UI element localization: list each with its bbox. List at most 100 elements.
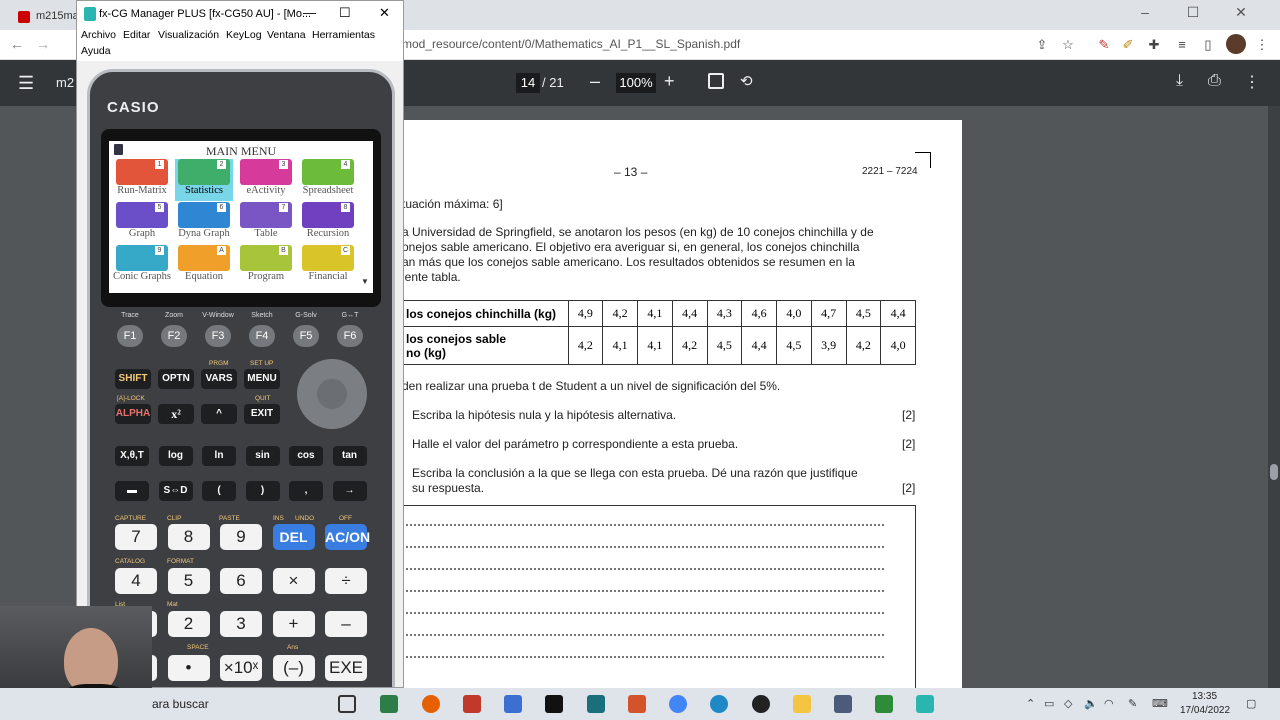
presentation-app-icon[interactable]: [628, 695, 646, 713]
rotate-icon[interactable]: ⟲: [740, 72, 753, 90]
dropbox-icon[interactable]: ◇: [1064, 697, 1072, 710]
numkey-2-1[interactable]: 2: [167, 611, 210, 637]
key-5[interactable]: →: [332, 481, 367, 501]
extension-red-icon[interactable]: ✎: [1094, 35, 1114, 55]
task-view-icon[interactable]: [338, 695, 356, 713]
forward-arrow-icon[interactable]: →: [36, 36, 54, 54]
numkey-0-0[interactable]: 7: [115, 524, 157, 550]
network-icon[interactable]: ▭: [1044, 697, 1054, 710]
netflix-icon[interactable]: [545, 695, 563, 713]
pen-icon[interactable]: ✎: [1128, 697, 1137, 710]
key-0[interactable]: ▬: [115, 481, 149, 501]
fkey-f1[interactable]: F1: [117, 325, 143, 347]
firefox-icon[interactable]: [422, 695, 440, 713]
numkey-3-4[interactable]: EXE: [325, 654, 367, 681]
calc-minimize-button[interactable]: —: [303, 5, 316, 20]
menu-herramientas[interactable]: Herramientas: [312, 29, 375, 41]
taskbar-app-icon[interactable]: [380, 695, 398, 713]
numkey-3-2[interactable]: ×10ˣ: [220, 654, 262, 681]
square-key[interactable]: x²: [158, 404, 194, 424]
chevron-up-icon[interactable]: ⌃: [1026, 697, 1035, 710]
pdf-scroll-thumb[interactable]: [1270, 464, 1278, 480]
menu-editar[interactable]: Editar: [123, 29, 150, 41]
key-4[interactable]: cos: [289, 446, 323, 466]
app-run-matrix[interactable]: 1 Run-Matrix: [113, 159, 171, 201]
fkey-f5[interactable]: F5: [293, 325, 319, 347]
pdf-scrollbar[interactable]: [1268, 106, 1280, 688]
app-statistics[interactable]: 2 Statistics: [175, 159, 233, 201]
fkey-f3[interactable]: F3: [205, 325, 231, 347]
zoom-in-button[interactable]: +: [664, 71, 675, 92]
taskbar-search[interactable]: ara buscar: [152, 697, 209, 711]
network-app-icon[interactable]: [504, 695, 522, 713]
minimize-button[interactable]: –: [1130, 4, 1160, 26]
app-financial[interactable]: C Financial: [299, 245, 357, 287]
key-1[interactable]: log: [158, 446, 193, 466]
lock-app-icon[interactable]: [834, 695, 852, 713]
star-icon[interactable]: ☆: [1058, 35, 1078, 55]
obs-icon[interactable]: [752, 695, 770, 713]
numkey-1-2[interactable]: 6: [220, 567, 262, 594]
exit-key[interactable]: EXIT: [244, 404, 280, 424]
directional-pad-center[interactable]: [317, 379, 347, 409]
alpha-key[interactable]: ALPHA: [115, 404, 151, 424]
numkey-2-4[interactable]: –: [325, 611, 367, 637]
fx-cg-manager-icon[interactable]: [916, 695, 934, 713]
app-recursion[interactable]: 8 Recursion: [299, 202, 357, 244]
maximize-button[interactable]: ☐: [1178, 4, 1208, 26]
print-icon[interactable]: ⎙: [1208, 72, 1221, 90]
key-2[interactable]: (: [202, 481, 236, 501]
clock-time[interactable]: 13:35: [1192, 691, 1217, 702]
app-eactivity[interactable]: 3 eActivity: [237, 159, 295, 201]
puzzle-icon[interactable]: ✚: [1144, 35, 1164, 55]
sidepanel-icon[interactable]: ▯: [1198, 35, 1218, 55]
numkey-2-3[interactable]: +: [272, 611, 315, 637]
fkey-f2[interactable]: F2: [161, 325, 187, 347]
key-3[interactable]: ): [245, 481, 280, 501]
back-arrow-icon[interactable]: ←: [10, 36, 28, 54]
numkey-1-4[interactable]: ÷: [325, 567, 367, 594]
numkey-0-1[interactable]: 8: [167, 524, 210, 550]
url-field[interactable]: mod_resource/content/0/Mathematics_AI_P1…: [402, 37, 962, 55]
close-button[interactable]: ✕: [1226, 4, 1256, 26]
key-1[interactable]: S⇔D: [158, 481, 193, 501]
app-spreadsheet[interactable]: 4 Spreadsheet: [299, 159, 357, 201]
wifi-icon[interactable]: ◠: [1104, 697, 1114, 710]
media-list-icon[interactable]: ≡: [1172, 35, 1192, 55]
numkey-1-1[interactable]: 5: [167, 567, 210, 594]
app-program[interactable]: B Program: [237, 245, 295, 287]
chrome-icon[interactable]: [669, 695, 687, 713]
calc-close-button[interactable]: ✕: [379, 5, 390, 21]
app-graph[interactable]: 5 Graph: [113, 202, 171, 244]
numkey-0-2[interactable]: 9: [220, 524, 262, 550]
zoom-out-button[interactable]: –: [590, 71, 600, 92]
extension-brush-icon[interactable]: ✐: [1118, 35, 1138, 55]
edge-icon[interactable]: [710, 695, 728, 713]
numkey-1-3[interactable]: ×: [272, 567, 315, 594]
numkey-1-0[interactable]: 4: [115, 567, 157, 594]
chrome-menu-icon[interactable]: ⋮: [1252, 35, 1272, 55]
key-2[interactable]: ln: [202, 446, 236, 466]
shift-key[interactable]: SHIFT: [115, 369, 151, 389]
numkey-3-1[interactable]: •: [167, 654, 210, 681]
clock-date[interactable]: 17/04/2022: [1180, 705, 1230, 716]
file-explorer-icon[interactable]: [793, 695, 811, 713]
app-table[interactable]: 7 Table: [237, 202, 295, 244]
teal-app-icon[interactable]: [587, 695, 605, 713]
browser-tab[interactable]: m215ma: [8, 4, 80, 30]
numkey-0-3[interactable]: DEL: [272, 524, 315, 550]
notification-icon[interactable]: ▢: [1246, 697, 1256, 710]
profile-avatar[interactable]: [1226, 34, 1246, 54]
power-key[interactable]: ^: [201, 404, 237, 424]
app-conic-graphs[interactable]: 9 Conic Graphs: [113, 245, 171, 287]
more-options-icon[interactable]: ⋮: [1244, 72, 1260, 92]
zoom-input[interactable]: 100%: [616, 73, 656, 93]
optn-key[interactable]: OPTN: [158, 369, 194, 389]
menu-ventana[interactable]: Ventana: [267, 29, 306, 41]
menu-key[interactable]: MENU: [244, 369, 280, 389]
menu-keylog[interactable]: KeyLog: [226, 29, 262, 41]
key-4[interactable]: ,: [289, 481, 323, 501]
key-3[interactable]: sin: [245, 446, 280, 466]
key-0[interactable]: X,θ,T: [115, 446, 149, 466]
fkey-f6[interactable]: F6: [337, 325, 363, 347]
